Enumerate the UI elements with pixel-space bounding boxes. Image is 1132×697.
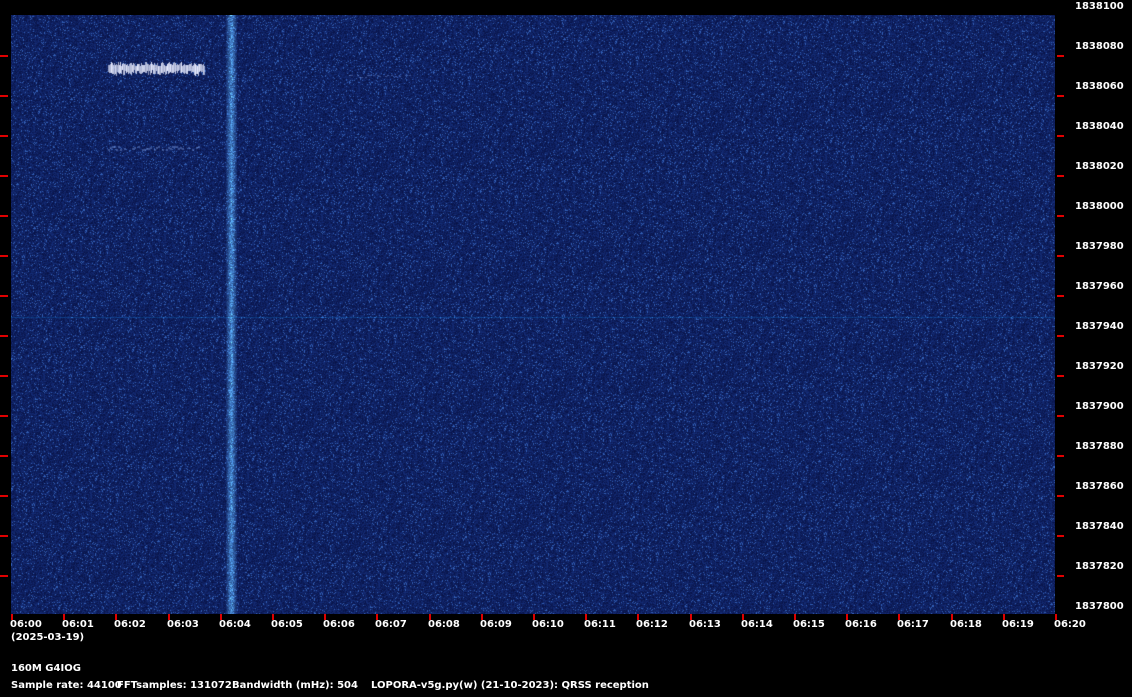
time-label: 06:20 bbox=[1054, 619, 1086, 630]
frequency-tick-left bbox=[0, 495, 8, 497]
software-label: LOPORA-v5g.py(w) (21-10-2023): QRSS rece… bbox=[371, 680, 649, 691]
waterfall-canvas bbox=[11, 15, 1055, 614]
frequency-tick-left bbox=[0, 295, 8, 297]
time-label: 06:18 bbox=[950, 619, 982, 630]
time-label: 06:08 bbox=[428, 619, 460, 630]
time-label: 06:16 bbox=[845, 619, 877, 630]
frequency-tick-left bbox=[0, 135, 8, 137]
frequency-label: 1838020 bbox=[1075, 161, 1124, 172]
time-label: 06:04 bbox=[219, 619, 251, 630]
frequency-tick bbox=[1057, 335, 1064, 337]
time-label: 06:19 bbox=[1002, 619, 1034, 630]
time-label: 06:02 bbox=[114, 619, 146, 630]
frequency-tick bbox=[1057, 295, 1064, 297]
frequency-tick bbox=[1057, 215, 1064, 217]
station-label: 160M G4IOG bbox=[11, 663, 81, 674]
time-label: 06:01 bbox=[62, 619, 94, 630]
waterfall-spectrogram bbox=[11, 15, 1055, 614]
frequency-label: 1838080 bbox=[1075, 41, 1124, 52]
frequency-tick-left bbox=[0, 535, 8, 537]
frequency-tick bbox=[1057, 135, 1064, 137]
frequency-tick-left bbox=[0, 455, 8, 457]
frequency-label: 1837820 bbox=[1075, 561, 1124, 572]
time-label: 06:00 bbox=[10, 619, 42, 630]
frequency-label: 1837980 bbox=[1075, 241, 1124, 252]
frequency-label: 1837840 bbox=[1075, 521, 1124, 532]
frequency-tick-left bbox=[0, 175, 8, 177]
frequency-tick-left bbox=[0, 575, 8, 577]
frequency-tick bbox=[1057, 575, 1064, 577]
time-label: 06:07 bbox=[375, 619, 407, 630]
frequency-tick bbox=[1057, 175, 1064, 177]
time-label: 06:12 bbox=[636, 619, 668, 630]
frequency-label: 1837880 bbox=[1075, 441, 1124, 452]
frequency-label: 1838060 bbox=[1075, 81, 1124, 92]
bandwidth-label: Bandwidth (mHz): 504 bbox=[232, 680, 358, 691]
time-label: 06:11 bbox=[584, 619, 616, 630]
frequency-label: 1838000 bbox=[1075, 201, 1124, 212]
time-label: 06:05 bbox=[271, 619, 303, 630]
frequency-label: 1837900 bbox=[1075, 401, 1124, 412]
fft-samples-label: FFTsamples: 131072 bbox=[117, 680, 232, 691]
frequency-axis: 1838100 1838080 1838060 1838040 1838020 18380… bbox=[1055, 0, 1132, 620]
frequency-tick-left bbox=[0, 95, 8, 97]
frequency-tick bbox=[1057, 55, 1064, 57]
frequency-tick bbox=[1057, 535, 1064, 537]
frequency-tick bbox=[1057, 415, 1064, 417]
frequency-tick-left bbox=[0, 375, 8, 377]
time-label: 06:10 bbox=[532, 619, 564, 630]
frequency-tick-left bbox=[0, 335, 8, 337]
frequency-tick bbox=[1057, 255, 1064, 257]
time-label: 06:14 bbox=[741, 619, 773, 630]
frequency-label: 1838100 bbox=[1075, 1, 1124, 12]
date-label: (2025-03-19) bbox=[11, 632, 85, 643]
frequency-label: 1837920 bbox=[1075, 361, 1124, 372]
frequency-label: 1837940 bbox=[1075, 321, 1124, 332]
time-label: 06:13 bbox=[689, 619, 721, 630]
time-label: 06:03 bbox=[167, 619, 199, 630]
frequency-tick-left bbox=[0, 215, 8, 217]
frequency-tick-left bbox=[0, 55, 8, 57]
frequency-label: 1837860 bbox=[1075, 481, 1124, 492]
time-label: 06:15 bbox=[793, 619, 825, 630]
frequency-tick bbox=[1057, 455, 1064, 457]
sample-rate-label: Sample rate: 44100 bbox=[11, 680, 122, 691]
time-label: 06:17 bbox=[897, 619, 929, 630]
frequency-tick bbox=[1057, 375, 1064, 377]
frequency-tick-left bbox=[0, 415, 8, 417]
frequency-label: 1837960 bbox=[1075, 281, 1124, 292]
frequency-tick bbox=[1057, 495, 1064, 497]
frequency-tick-left bbox=[0, 255, 8, 257]
time-label: 06:09 bbox=[480, 619, 512, 630]
time-label: 06:06 bbox=[323, 619, 355, 630]
frequency-label: 1837800 bbox=[1075, 601, 1124, 612]
frequency-label: 1838040 bbox=[1075, 121, 1124, 132]
frequency-tick bbox=[1057, 95, 1064, 97]
